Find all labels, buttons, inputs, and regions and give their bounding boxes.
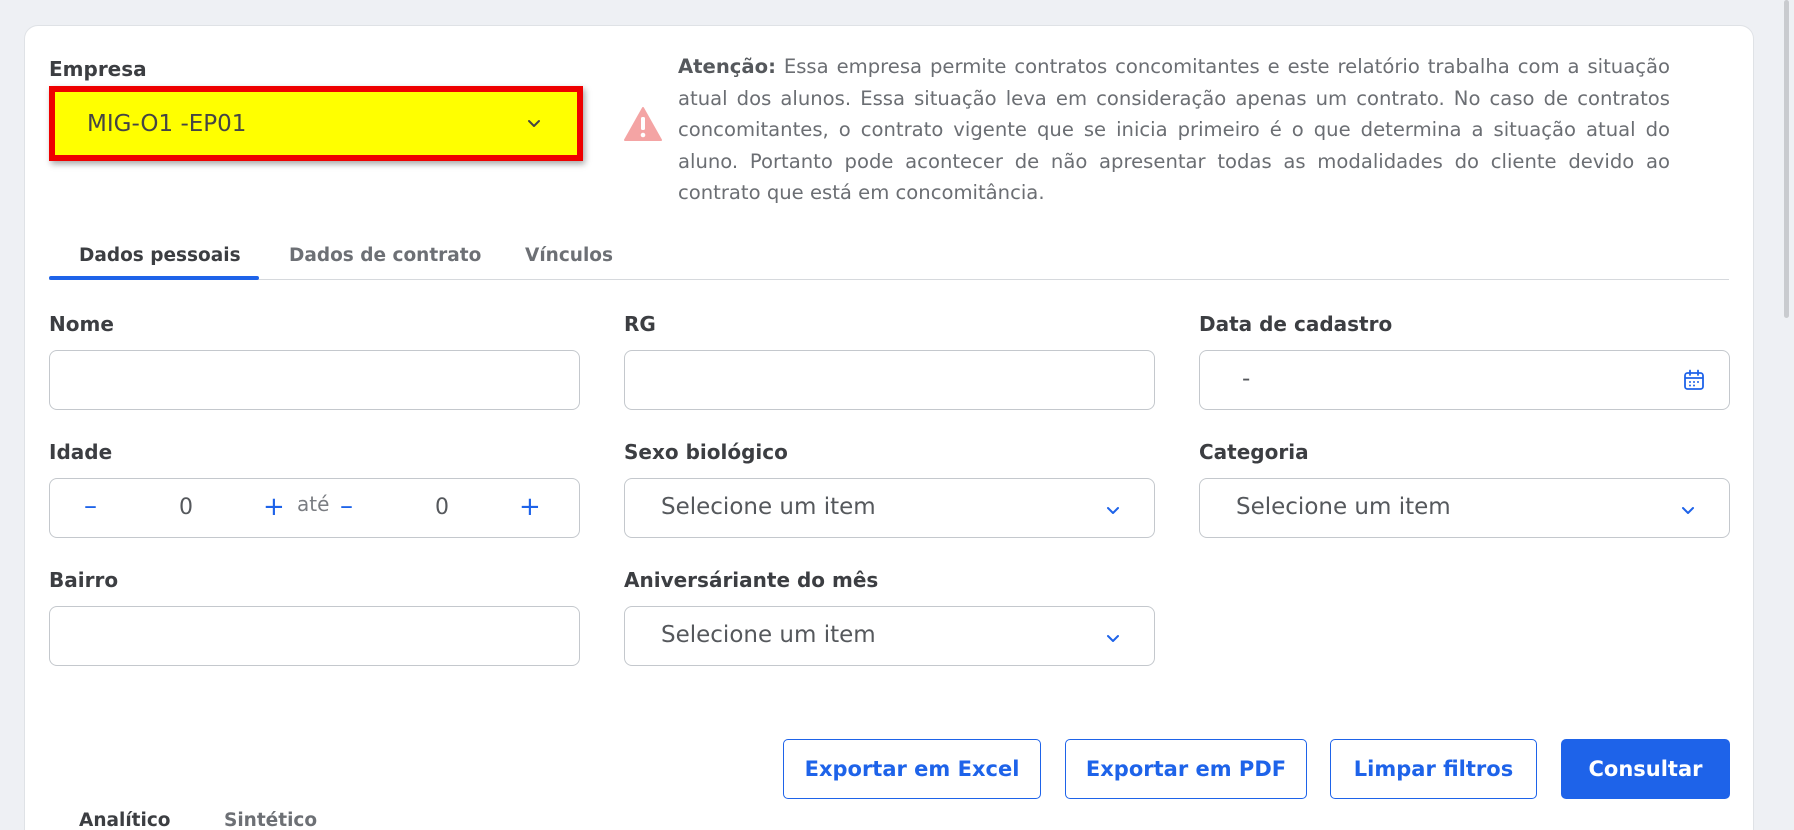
chevron-down-icon (1107, 507, 1119, 514)
warning-text: Atenção: Essa empresa permite contratos … (678, 51, 1670, 209)
empresa-label: Empresa (49, 57, 147, 81)
bairro-label: Bairro (49, 568, 119, 592)
sexo-label: Sexo biológico (624, 440, 788, 464)
categoria-value: Selecione um item (1236, 494, 1451, 520)
rg-label: RG (624, 312, 656, 336)
rg-input[interactable] (624, 350, 1155, 410)
tabs-divider (49, 279, 1729, 280)
tab-dados-contrato[interactable]: Dados de contrato (289, 245, 481, 266)
nome-input[interactable] (49, 350, 580, 410)
categoria-select[interactable]: Selecione um item (1199, 478, 1730, 538)
calendar-icon[interactable] (1683, 369, 1705, 391)
aniversariante-select[interactable]: Selecione um item (624, 606, 1155, 666)
data-cadastro-label: Data de cadastro (1199, 312, 1393, 336)
warning-icon (624, 107, 662, 141)
data-cadastro-value: - (1242, 366, 1251, 392)
idade-max-decrement-button[interactable]: – (340, 491, 353, 521)
sexo-select[interactable]: Selecione um item (624, 478, 1155, 538)
scrollbar-thumb[interactable] (1784, 0, 1789, 318)
nome-label: Nome (49, 312, 114, 336)
warning-body: Essa empresa permite contratos concomita… (678, 55, 1670, 204)
idade-range: – 0 + até – 0 + (49, 478, 580, 538)
idade-max-value[interactable]: 0 (435, 495, 449, 520)
idade-min-increment-button[interactable]: + (263, 492, 285, 522)
aniversariante-value: Selecione um item (661, 622, 876, 648)
tab-dados-pessoais[interactable]: Dados pessoais (79, 245, 241, 266)
bairro-input[interactable] (49, 606, 580, 666)
filter-card: Empresa MIG-O1 -EP01 Atenção: Essa empre… (24, 25, 1754, 830)
empresa-value: MIG-O1 -EP01 (87, 111, 247, 137)
idade-separator: até (297, 492, 330, 516)
chevron-down-icon (528, 120, 540, 127)
idade-max-increment-button[interactable]: + (519, 492, 541, 522)
active-tab-indicator (49, 276, 259, 280)
tab-analitico[interactable]: Analítico (79, 810, 171, 830)
export-excel-button[interactable]: Exportar em Excel (783, 739, 1041, 799)
sexo-value: Selecione um item (661, 494, 876, 520)
idade-min-decrement-button[interactable]: – (84, 491, 97, 521)
chevron-down-icon (1107, 635, 1119, 642)
warning-bold: Atenção: (678, 55, 776, 78)
empresa-select[interactable]: MIG-O1 -EP01 (49, 86, 583, 161)
consultar-button[interactable]: Consultar (1561, 739, 1730, 799)
tab-vinculos[interactable]: Vínculos (525, 245, 613, 266)
export-pdf-button[interactable]: Exportar em PDF (1065, 739, 1307, 799)
idade-label: Idade (49, 440, 113, 464)
chevron-down-icon (1682, 507, 1694, 514)
aniversariante-label: Aniversáriante do mês (624, 568, 879, 592)
data-cadastro-input[interactable]: - (1199, 350, 1730, 410)
clear-filters-button[interactable]: Limpar filtros (1330, 739, 1537, 799)
idade-min-value[interactable]: 0 (179, 495, 193, 520)
tab-sintetico[interactable]: Sintético (224, 810, 317, 830)
categoria-label: Categoria (1199, 440, 1309, 464)
